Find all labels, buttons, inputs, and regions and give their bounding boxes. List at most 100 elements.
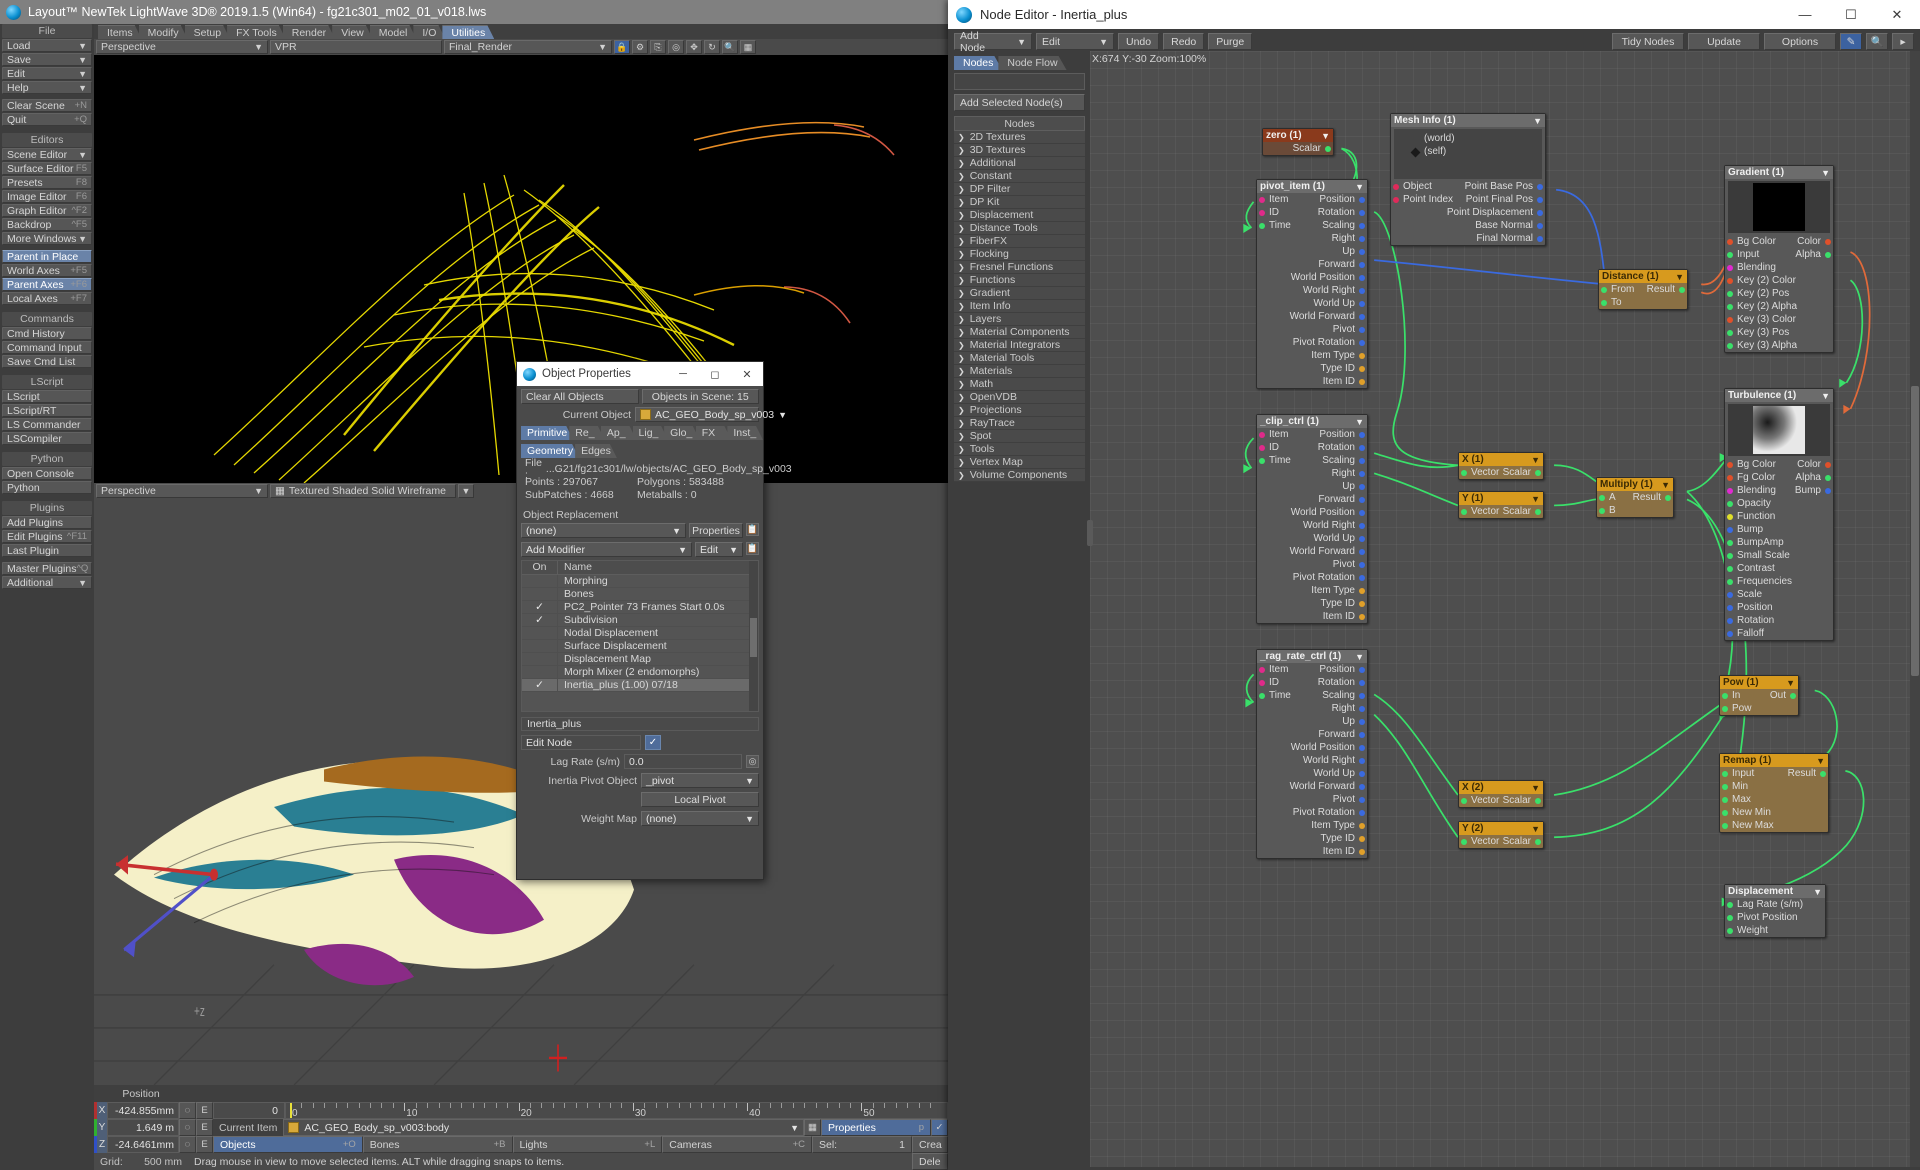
- modifier-row[interactable]: Bones: [522, 588, 758, 601]
- output-port-dot[interactable]: [1359, 744, 1365, 751]
- node-gradient1[interactable]: Gradient (1) ▼ Bg Color Color Input Alpha Blen…: [1724, 165, 1834, 353]
- sidebar-item-graph-editor[interactable]: Graph Editor ^F2: [2, 204, 92, 217]
- select-mode-bones[interactable]: Bones +B: [362, 1136, 513, 1153]
- input-port-dot[interactable]: [1259, 666, 1265, 673]
- input-port-dot[interactable]: [1727, 513, 1733, 520]
- output-port-dot[interactable]: [1359, 822, 1365, 829]
- output-port-dot[interactable]: [1359, 483, 1365, 490]
- input-port-dot[interactable]: [1727, 500, 1733, 507]
- node-displacement1[interactable]: Displacement ▼ Lag Rate (s/m) Pivot Positio…: [1724, 884, 1826, 938]
- node-category-layers[interactable]: ❯ Layers: [954, 313, 1085, 326]
- modifier-row[interactable]: ✓ Subdivision: [522, 614, 758, 627]
- gear-icon[interactable]: ⚙: [632, 40, 648, 54]
- input-port-dot[interactable]: [1601, 286, 1607, 293]
- input-port-dot[interactable]: [1722, 705, 1728, 712]
- clipboard-icon[interactable]: 📋: [746, 523, 759, 536]
- x-link-icon[interactable]: ◌: [179, 1102, 196, 1119]
- output-port-dot[interactable]: [1359, 757, 1365, 764]
- node-category-gradient[interactable]: ❯ Gradient: [954, 287, 1085, 300]
- sidebar-item-save[interactable]: Save ▼: [2, 53, 92, 66]
- input-port-dot[interactable]: [1393, 183, 1399, 190]
- node-y2[interactable]: Y (2) ▼ Vector Scalar: [1458, 821, 1544, 849]
- clipboard-icon[interactable]: 📋: [746, 542, 759, 555]
- modifier-enabled-checkbox[interactable]: [522, 588, 558, 600]
- modifier-enabled-checkbox[interactable]: [522, 640, 558, 652]
- sidebar-item-surface-editor[interactable]: Surface Editor F5: [2, 162, 92, 175]
- maximize-icon[interactable]: ◻: [699, 362, 731, 386]
- sidebar-item-image-editor[interactable]: Image Editor F6: [2, 190, 92, 203]
- sidebar-item-add-plugins[interactable]: Add Plugins: [2, 516, 92, 529]
- node-category-spot[interactable]: ❯ Spot: [954, 430, 1085, 443]
- z-link-icon[interactable]: ◌: [179, 1136, 196, 1153]
- node-header[interactable]: Pow (1) ▼: [1720, 676, 1798, 689]
- output-port-dot[interactable]: [1325, 145, 1331, 152]
- sidebar-item-lscript-rt[interactable]: LScript/RT: [2, 404, 92, 417]
- tab-setup[interactable]: Setup: [185, 25, 230, 39]
- node-zero[interactable]: zero (1) ▼ Scalar: [1262, 128, 1334, 156]
- local-pivot-button[interactable]: Local Pivot: [641, 792, 759, 807]
- input-port-dot[interactable]: [1727, 617, 1733, 624]
- node-category-volume-components[interactable]: ❯ Volume Components: [954, 469, 1085, 482]
- output-port-dot[interactable]: [1359, 378, 1365, 385]
- viewport-view-select[interactable]: Perspective ▼: [96, 40, 268, 54]
- node-header[interactable]: pivot_item (1) ▼: [1257, 180, 1367, 193]
- input-port-dot[interactable]: [1727, 526, 1733, 533]
- add-modifier-select[interactable]: Add Modifier ▼: [521, 542, 692, 557]
- add-node-menu[interactable]: Add Node ▼: [954, 30, 1032, 54]
- input-port-dot[interactable]: [1722, 809, 1728, 816]
- select-mode-cameras[interactable]: Cameras +C: [662, 1136, 812, 1153]
- item-list-icon[interactable]: ▦: [804, 1119, 821, 1136]
- node-header[interactable]: _clip_ctrl (1) ▼: [1257, 415, 1367, 428]
- modifier-row[interactable]: Displacement Map: [522, 653, 758, 666]
- output-port-dot[interactable]: [1359, 326, 1365, 333]
- output-port-dot[interactable]: [1359, 718, 1365, 725]
- tab-render[interactable]: Render: [283, 25, 335, 39]
- undo-button[interactable]: Undo: [1118, 33, 1160, 50]
- input-port-dot[interactable]: [1727, 604, 1733, 611]
- node-graph-canvas[interactable]: zero (1) ▼ Scalar Mesh Info (1) ▼ (world) (sel…: [1090, 51, 1920, 1167]
- lag-rate-field[interactable]: 0.0: [624, 754, 742, 769]
- output-port-dot[interactable]: [1825, 461, 1831, 468]
- output-port-dot[interactable]: [1535, 508, 1541, 515]
- current-object-select[interactable]: AC_GEO_Body_sp_v003 ▼: [635, 407, 787, 422]
- edit-menu[interactable]: Edit ▼: [1036, 33, 1114, 50]
- node-header[interactable]: Multiply (1) ▼: [1597, 478, 1673, 491]
- output-port-dot[interactable]: [1359, 731, 1365, 738]
- output-port-dot[interactable]: [1359, 248, 1365, 255]
- input-port-dot[interactable]: [1727, 578, 1733, 585]
- input-port-dot[interactable]: [1727, 277, 1733, 284]
- output-port-dot[interactable]: [1359, 287, 1365, 294]
- sidebar-item-local-axes[interactable]: Local Axes +F7: [2, 292, 92, 305]
- node-category-dp-kit[interactable]: ❯ DP Kit: [954, 196, 1085, 209]
- tab-modify[interactable]: Modify: [139, 25, 188, 39]
- input-port-dot[interactable]: [1727, 487, 1733, 494]
- output-port-dot[interactable]: [1359, 509, 1365, 516]
- y-envelope-button[interactable]: E: [196, 1119, 213, 1136]
- input-port-dot[interactable]: [1727, 591, 1733, 598]
- input-port-dot[interactable]: [1599, 494, 1605, 501]
- chevron-down-icon[interactable]: ▼: [1355, 417, 1364, 427]
- input-port-dot[interactable]: [1722, 822, 1728, 829]
- node-header[interactable]: Mesh Info (1) ▼: [1391, 114, 1545, 127]
- output-port-dot[interactable]: [1359, 548, 1365, 555]
- node-category-raytrace[interactable]: ❯ RayTrace: [954, 417, 1085, 430]
- output-port-dot[interactable]: [1537, 183, 1543, 190]
- input-port-dot[interactable]: [1727, 461, 1733, 468]
- sidebar-item-lscript[interactable]: LScript: [2, 390, 92, 403]
- output-port-dot[interactable]: [1535, 469, 1541, 476]
- frame-value-field[interactable]: 0: [213, 1102, 285, 1119]
- modifier-row[interactable]: Morphing: [522, 575, 758, 588]
- modifier-row[interactable]: Morph Mixer (2 endomorphs): [522, 666, 758, 679]
- pivot-object-select[interactable]: _pivot ▼: [641, 773, 759, 788]
- sidebar-item-quit[interactable]: Quit +Q: [2, 113, 92, 126]
- node-panel-tab-nodes[interactable]: Nodes: [954, 56, 1002, 70]
- input-port-dot[interactable]: [1727, 552, 1733, 559]
- input-port-dot[interactable]: [1259, 222, 1265, 229]
- node-category-math[interactable]: ❯ Math: [954, 378, 1085, 391]
- node-pow1[interactable]: Pow (1) ▼ In Out Pow: [1719, 675, 1799, 716]
- chevron-down-icon[interactable]: ▼: [1813, 887, 1822, 897]
- output-port-dot[interactable]: [1359, 600, 1365, 607]
- output-port-dot[interactable]: [1359, 692, 1365, 699]
- chevron-down-icon[interactable]: ▼: [1821, 391, 1830, 401]
- modifier-enabled-checkbox[interactable]: ✓: [522, 614, 558, 626]
